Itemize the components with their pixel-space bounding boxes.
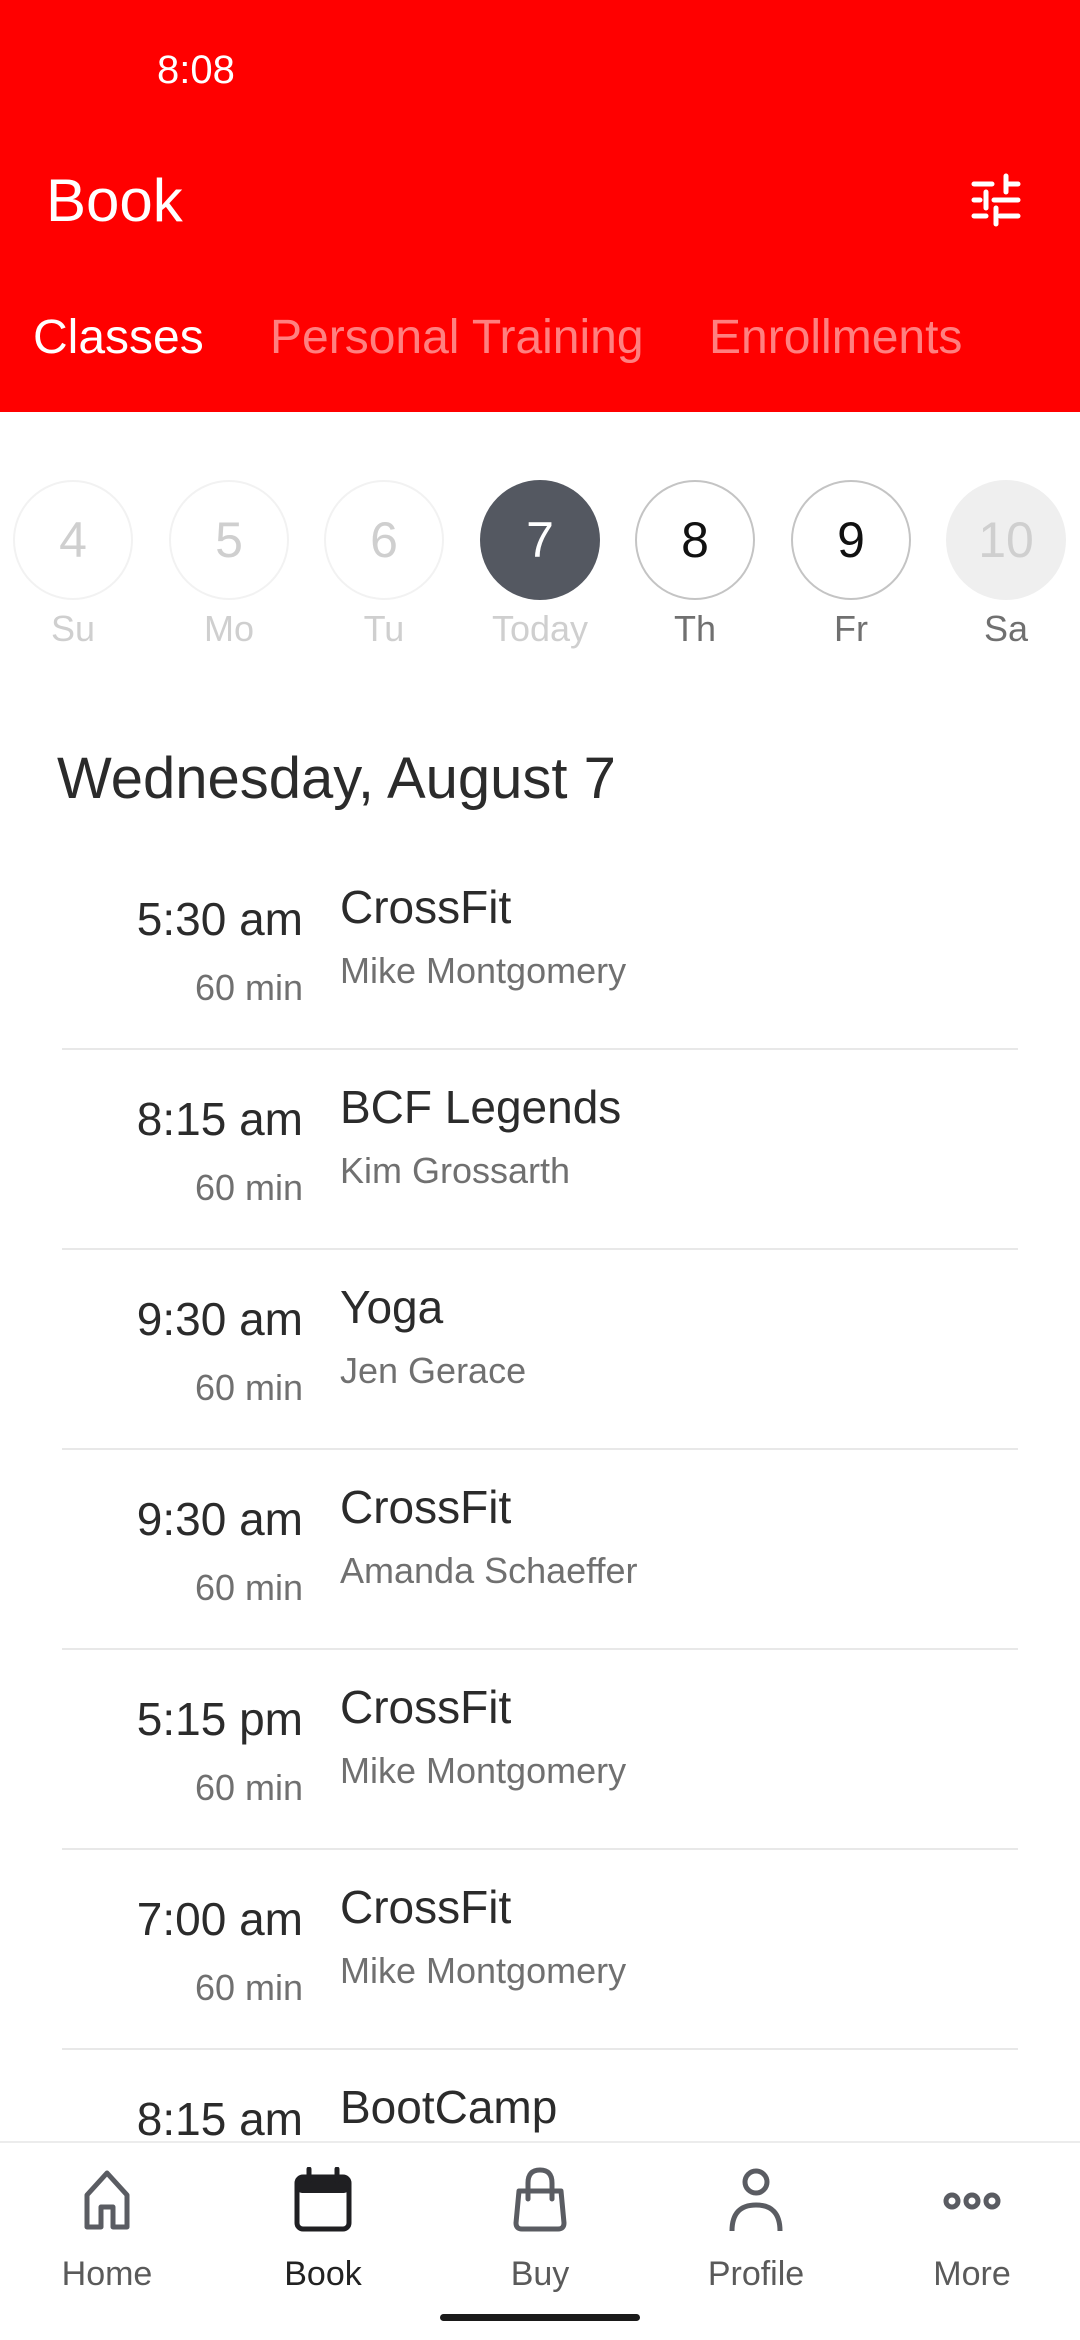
class-row[interactable]: 5:30 am 60 min CrossFit Mike Montgomery [62,850,1018,1050]
calendar-icon [294,2167,352,2232]
date-heading: Wednesday, August 7 [57,746,616,811]
day-item-selected[interactable]: 7 Today [475,478,605,658]
tab-enrollments[interactable]: Enrollments [709,310,962,365]
day-label: Th [673,608,716,649]
day-item[interactable]: 4 Su [8,478,138,658]
class-name: CrossFit [340,1681,512,1733]
class-time: 9:30 am [136,1293,303,1345]
day-item[interactable]: 6 Tu [319,478,449,658]
class-name: CrossFit [340,1881,512,1933]
filter-button[interactable] [966,170,1026,230]
day-number: 10 [946,480,1066,600]
class-coach: Mike Montgomery [340,950,627,991]
person-icon [729,2168,783,2232]
day-item[interactable]: 9 Fr [786,478,916,658]
tab-personal-training[interactable]: Personal Training [270,310,644,365]
class-duration: 60 min [194,1567,303,1608]
day-number: 9 [791,480,911,600]
class-duration: 60 min [194,1167,303,1208]
class-coach: Jen Gerace [340,1350,527,1391]
app-header: 8:08 Book Classes Personal Training Enro… [0,0,1080,412]
nav-buy[interactable]: Buy [440,2163,640,2293]
day-label: Su [50,608,96,649]
class-time: 8:15 am [136,1093,303,1145]
nav-label: Book [284,2255,362,2293]
day-number: 7 [480,480,600,600]
class-row[interactable]: 9:30 am 60 min CrossFit Amanda Schaeffer [62,1450,1018,1650]
class-time: 9:30 am [136,1493,303,1545]
class-row[interactable]: 9:30 am 60 min Yoga Jen Gerace [62,1250,1018,1450]
day-number: 4 [13,480,133,600]
class-name: CrossFit [340,1481,512,1533]
nav-book[interactable]: Book [223,2163,423,2293]
bottom-nav: Home Book Buy Profile More [0,2141,1080,2340]
class-name: CrossFit [340,881,512,933]
more-dots-icon [943,2192,1001,2210]
day-number: 6 [324,480,444,600]
class-coach: Mike Montgomery [340,1750,627,1791]
page-title: Book [46,167,183,234]
class-name: BCF Legends [340,1081,622,1133]
status-bar-time: 8:08 [157,48,235,92]
shopping-bag-icon [513,2167,567,2232]
class-time: 5:15 pm [136,1693,303,1745]
tab-classes[interactable]: Classes [33,310,204,365]
nav-label: More [933,2255,1011,2293]
nav-label: Buy [510,2255,570,2293]
day-item[interactable]: 10 Sa [941,478,1071,658]
class-list: 5:30 am 60 min CrossFit Mike Montgomery … [62,850,1018,2250]
class-row[interactable]: 8:15 am 60 min BCF Legends Kim Grossarth [62,1050,1018,1250]
class-duration: 60 min [194,1367,303,1408]
sliders-icon [971,173,1021,227]
class-row[interactable]: 7:00 am 60 min CrossFit Mike Montgomery [62,1850,1018,2050]
day-item[interactable]: 5 Mo [164,478,294,658]
day-label: Tu [363,608,405,649]
day-number: 5 [169,480,289,600]
nav-label: Home [61,2255,153,2293]
class-coach: Amanda Schaeffer [340,1550,638,1591]
day-label: Mo [203,608,254,649]
day-label: Sa [983,608,1029,649]
home-icon [84,2170,130,2230]
nav-label: Profile [707,2255,805,2293]
class-row[interactable]: 5:15 pm 60 min CrossFit Mike Montgomery [62,1650,1018,1850]
home-indicator[interactable] [440,2314,640,2321]
class-duration: 60 min [194,1767,303,1808]
day-item[interactable]: 8 Th [630,478,760,658]
class-time: 5:30 am [136,893,303,945]
class-coach: Mike Montgomery [340,1950,627,1991]
class-coach: Kim Grossarth [340,1150,571,1191]
class-name: Yoga [340,1281,444,1333]
day-label: Today [491,608,589,649]
tab-bar: Classes Personal Training Enrollments [0,310,1080,380]
class-duration: 60 min [194,967,303,1008]
nav-home[interactable]: Home [7,2163,207,2293]
nav-profile[interactable]: Profile [656,2163,856,2293]
class-time: 8:15 am [136,2093,303,2145]
date-picker: 4 Su 5 Mo 6 Tu 7 Today 8 Th 9 Fr 10 Sa [0,478,1080,658]
class-name: BootCamp [340,2081,558,2133]
class-time: 7:00 am [136,1893,303,1945]
class-duration: 60 min [194,1967,303,2008]
day-number: 8 [635,480,755,600]
nav-more[interactable]: More [872,2163,1072,2293]
day-label: Fr [834,608,868,649]
